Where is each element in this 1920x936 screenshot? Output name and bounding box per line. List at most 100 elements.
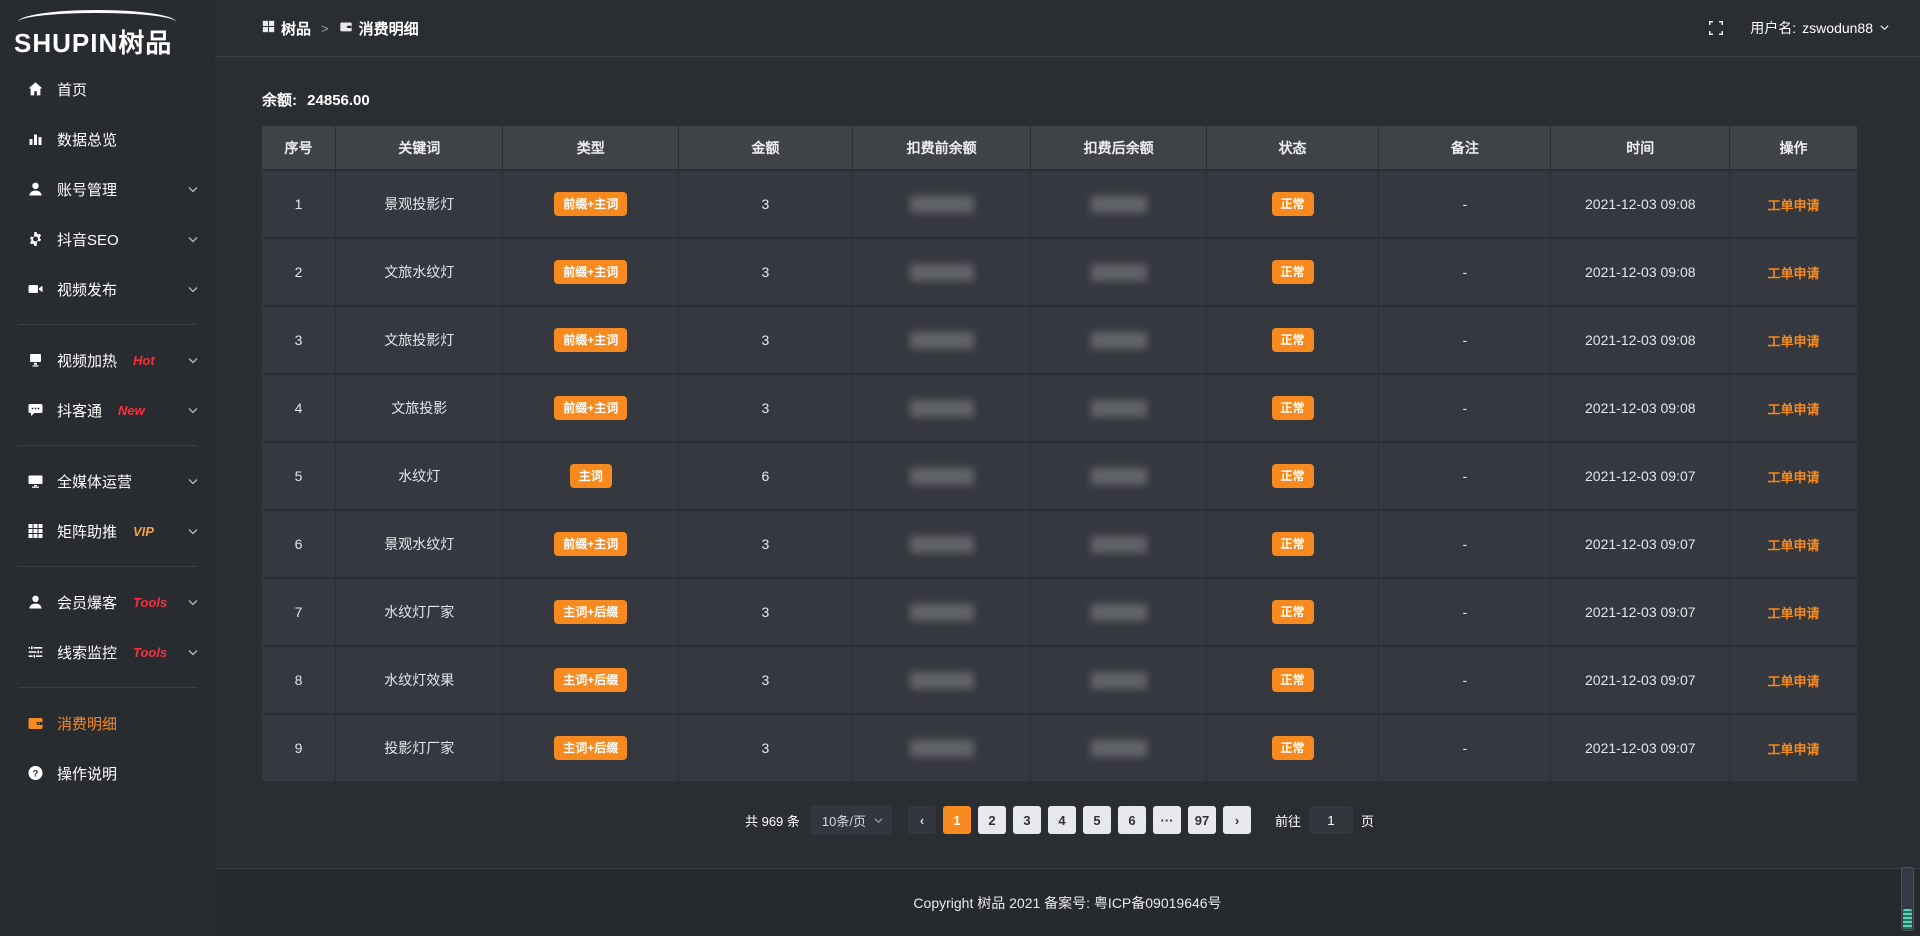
cell-balance-before bbox=[853, 647, 1031, 713]
sidebar-item-douketong[interactable]: 抖客通 New bbox=[0, 385, 215, 435]
work-order-link[interactable]: 工单申请 bbox=[1768, 739, 1820, 758]
page-button[interactable]: 4 bbox=[1048, 806, 1076, 834]
chevron-down-icon bbox=[187, 596, 199, 608]
page-button[interactable]: 1 bbox=[943, 806, 971, 834]
sidebar-item-account[interactable]: 账号管理 bbox=[0, 164, 215, 214]
sidebar-item-label: 视频发布 bbox=[57, 279, 117, 300]
menu-divider bbox=[18, 324, 197, 325]
cell-remark: - bbox=[1379, 715, 1550, 781]
chevron-down-icon bbox=[187, 183, 199, 195]
cell-time: 2021-12-03 09:07 bbox=[1551, 443, 1729, 509]
column-header: 扣费前余额 bbox=[853, 126, 1031, 169]
cell-remark: - bbox=[1379, 579, 1550, 645]
work-order-link[interactable]: 工单申请 bbox=[1768, 399, 1820, 418]
sidebar-item-instructions[interactable]: ? 操作说明 bbox=[0, 748, 215, 798]
cell-action: 工单申请 bbox=[1730, 715, 1857, 781]
user-menu[interactable]: 用户名: zswodun88 bbox=[1750, 18, 1890, 38]
cell-keyword: 文旅水纹灯 bbox=[336, 239, 503, 305]
cell-balance-after bbox=[1031, 647, 1205, 713]
page-button[interactable]: ··· bbox=[1153, 806, 1181, 834]
page-size-select[interactable]: 10条/页 bbox=[810, 805, 892, 835]
page-button[interactable]: 6 bbox=[1118, 806, 1146, 834]
chevron-down-icon bbox=[873, 814, 884, 829]
masked-balance-after bbox=[1091, 332, 1147, 349]
cell-type: 主词+后缀 bbox=[503, 715, 677, 781]
cell-balance-after bbox=[1031, 171, 1205, 237]
sidebar-item-label: 全媒体运营 bbox=[57, 471, 132, 492]
masked-balance-before bbox=[910, 536, 974, 553]
monitor-icon bbox=[26, 473, 44, 490]
type-badge: 前缀+主词 bbox=[554, 260, 627, 284]
breadcrumb: 树品 > 消费明细 bbox=[262, 18, 419, 39]
work-order-link[interactable]: 工单申请 bbox=[1768, 195, 1820, 214]
footer: Copyright 树品 2021 备案号: 粤ICP备09019646号 bbox=[215, 868, 1920, 936]
fullscreen-icon[interactable] bbox=[1708, 20, 1724, 36]
masked-balance-after bbox=[1091, 672, 1147, 689]
table-row: 3 文旅投影灯 前缀+主词 3 正常 - 2021-12-03 09:08 工单… bbox=[262, 307, 1857, 373]
sidebar-item-member-burst[interactable]: 会员爆客 Tools bbox=[0, 577, 215, 627]
page-button[interactable]: 3 bbox=[1013, 806, 1041, 834]
cell-action: 工单申请 bbox=[1730, 511, 1857, 577]
sidebar-item-lead-monitor[interactable]: 线索监控 Tools bbox=[0, 627, 215, 677]
cell-amount: 3 bbox=[679, 171, 852, 237]
work-order-link[interactable]: 工单申请 bbox=[1768, 331, 1820, 350]
cell-balance-after bbox=[1031, 715, 1205, 781]
work-order-link[interactable]: 工单申请 bbox=[1768, 603, 1820, 622]
sidebar-item-douyin-seo[interactable]: 抖音SEO bbox=[0, 214, 215, 264]
work-order-link[interactable]: 工单申请 bbox=[1768, 671, 1820, 690]
cell-balance-after bbox=[1031, 511, 1205, 577]
page-button[interactable]: ‹ bbox=[908, 806, 936, 834]
page-button[interactable]: 5 bbox=[1083, 806, 1111, 834]
masked-balance-before bbox=[910, 332, 974, 349]
logo-arc bbox=[18, 10, 176, 22]
chevron-down-icon bbox=[1879, 20, 1890, 36]
sidebar-item-video-publish[interactable]: 视频发布 bbox=[0, 264, 215, 314]
cell-amount: 6 bbox=[679, 443, 852, 509]
sidebar-item-video-heat[interactable]: 视频加热 Hot bbox=[0, 335, 215, 385]
cell-index: 8 bbox=[262, 647, 335, 713]
cell-type: 前缀+主词 bbox=[503, 307, 677, 373]
cell-time: 2021-12-03 09:08 bbox=[1551, 307, 1729, 373]
cell-time: 2021-12-03 09:07 bbox=[1551, 579, 1729, 645]
sidebar-item-home[interactable]: 首页 bbox=[0, 64, 215, 114]
masked-balance-before bbox=[910, 468, 974, 485]
sidebar-item-all-media[interactable]: 全媒体运营 bbox=[0, 456, 215, 506]
sidebar-item-consumption-detail[interactable]: 消费明细 bbox=[0, 698, 215, 748]
cell-action: 工单申请 bbox=[1730, 647, 1857, 713]
goto-page-input[interactable] bbox=[1309, 806, 1353, 834]
content: 余额: 24856.00 序号关键词类型金额扣费前余额扣费后余额状态备注时间操作… bbox=[215, 57, 1920, 868]
masked-balance-after bbox=[1091, 264, 1147, 281]
cell-keyword: 水纹灯效果 bbox=[336, 647, 503, 713]
tools-badge: Tools bbox=[133, 595, 167, 610]
breadcrumb-home[interactable]: 树品 bbox=[262, 18, 311, 39]
cell-balance-after bbox=[1031, 579, 1205, 645]
total-count: 共 969 条 bbox=[745, 811, 800, 830]
balance-label: 余额: bbox=[262, 92, 297, 109]
page-size-value: 10条/页 bbox=[822, 811, 866, 830]
cell-remark: - bbox=[1379, 375, 1550, 441]
cell-index: 1 bbox=[262, 171, 335, 237]
cell-type: 前缀+主词 bbox=[503, 375, 677, 441]
sidebar-item-data-overview[interactable]: 数据总览 bbox=[0, 114, 215, 164]
scrollbar-thumb[interactable] bbox=[1901, 867, 1914, 931]
cell-balance-after bbox=[1031, 307, 1205, 373]
table-row: 8 水纹灯效果 主词+后缀 3 正常 - 2021-12-03 09:07 工单… bbox=[262, 647, 1857, 713]
cell-keyword: 水纹灯 bbox=[336, 443, 503, 509]
column-header: 金额 bbox=[679, 126, 852, 169]
cell-index: 5 bbox=[262, 443, 335, 509]
work-order-link[interactable]: 工单申请 bbox=[1768, 263, 1820, 282]
cell-remark: - bbox=[1379, 171, 1550, 237]
cell-type: 主词+后缀 bbox=[503, 579, 677, 645]
username-value: zswodun88 bbox=[1802, 20, 1873, 36]
cell-status: 正常 bbox=[1207, 511, 1378, 577]
sidebar-item-matrix-boost[interactable]: 矩阵助推 VIP bbox=[0, 506, 215, 556]
page-button[interactable]: 97 bbox=[1188, 806, 1216, 834]
sidebar-item-label: 账号管理 bbox=[57, 179, 117, 200]
goto-suffix: 页 bbox=[1361, 811, 1374, 830]
page-button[interactable]: › bbox=[1223, 806, 1251, 834]
type-badge: 前缀+主词 bbox=[554, 532, 627, 556]
page-button[interactable]: 2 bbox=[978, 806, 1006, 834]
work-order-link[interactable]: 工单申请 bbox=[1768, 467, 1820, 486]
work-order-link[interactable]: 工单申请 bbox=[1768, 535, 1820, 554]
column-header: 备注 bbox=[1379, 126, 1550, 169]
